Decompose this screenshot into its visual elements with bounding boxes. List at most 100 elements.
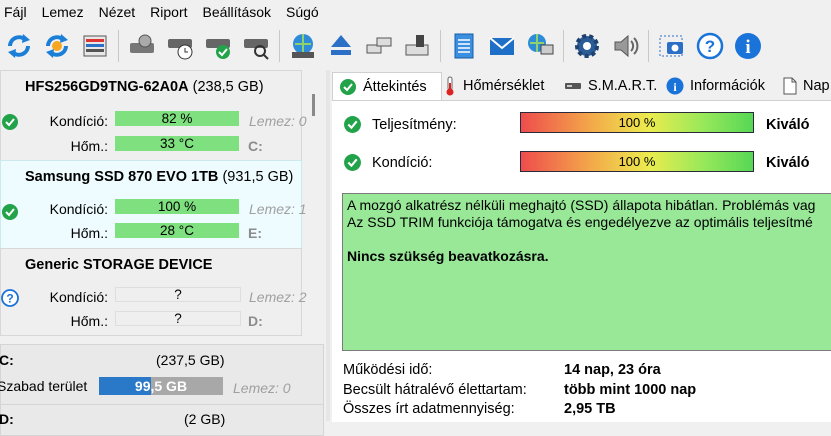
uptime-label: Működési idő: <box>343 362 433 378</box>
drive-list-scrollbar[interactable] <box>308 70 322 335</box>
disk-number: Lemez: 1 <box>249 201 307 217</box>
panel-splitter[interactable] <box>326 70 330 421</box>
written-value: 2,95 TB <box>564 401 616 417</box>
disk-clock-icon[interactable] <box>163 29 197 63</box>
status-message-box: A mozgó alkatrész nélküli meghajtó (SSD)… <box>342 193 831 351</box>
tab-temperature[interactable]: Hőmérséklet <box>443 72 544 100</box>
temp-label: Hőm.: <box>70 313 108 329</box>
speaker-icon[interactable] <box>608 29 642 63</box>
menu-disk[interactable]: Lemez <box>36 0 90 24</box>
message-line-bold: Nincs szükség beavatkozásra. <box>347 248 549 264</box>
tab-information[interactable]: i Információk <box>666 72 765 100</box>
help-icon[interactable]: ? <box>693 29 727 63</box>
message-line: Az SSD TRIM funkciója támogatva és enged… <box>347 214 813 230</box>
check-icon <box>344 116 361 133</box>
drive-title: Generic STORAGE DEVICE <box>25 257 212 273</box>
svg-text:i: i <box>745 37 750 58</box>
disk-tool-icon[interactable] <box>125 29 159 63</box>
scrollbar-thumb[interactable] <box>312 94 315 116</box>
tab-label: Hőmérséklet <box>463 78 545 94</box>
volume-size: (237,5 GB) <box>156 352 225 368</box>
refresh-all-icon[interactable] <box>40 29 74 63</box>
drive-list-panel: HFS256GD9TNG-62A0A (238,5 GB) Kondíció: … <box>0 70 326 436</box>
lifetime-value: több mint 1000 nap <box>564 382 697 398</box>
condition-label: Kondíció: <box>372 155 433 171</box>
svg-text:?: ? <box>705 37 715 56</box>
drive-title: Samsung SSD 870 EVO 1TB (931,5 GB) <box>25 169 293 185</box>
drive-card[interactable]: HFS256GD9TNG-62A0A (238,5 GB) Kondíció: … <box>0 70 307 162</box>
tab-label: Információk <box>690 78 765 94</box>
performance-label: Teljesítmény: <box>372 117 457 133</box>
menu-help[interactable]: Súgó <box>280 0 325 24</box>
network-computer-icon[interactable] <box>523 29 557 63</box>
info-icon[interactable]: i <box>731 29 765 63</box>
volume-size: (2 GB) <box>184 411 226 427</box>
drive-card-selected[interactable]: Samsung SSD 870 EVO 1TB (931,5 GB) Kondí… <box>0 160 307 250</box>
toolbar-divider <box>648 30 649 62</box>
drive-name: HFS256GD9TNG-62A0A <box>25 79 189 95</box>
toolbar-divider <box>440 30 441 62</box>
report-icon[interactable] <box>447 29 481 63</box>
email-icon[interactable] <box>485 29 519 63</box>
temp-label: Hőm.: <box>70 225 108 241</box>
tab-smart[interactable]: S.M.A.R.T. <box>564 72 657 100</box>
document-icon <box>783 77 797 95</box>
eject-disk-icon[interactable] <box>324 29 358 63</box>
menu-file[interactable]: Fájl <box>0 0 33 24</box>
uptime-value: 14 nap, 23 óra <box>564 362 661 378</box>
gear-icon[interactable] <box>570 29 604 63</box>
written-label: Összes írt adatmennyiség: <box>343 401 515 417</box>
menu-report[interactable]: Riport <box>144 0 193 24</box>
volume-card[interactable]: C: (237,5 GB) Szabad terület 99,5 GB Lem… <box>0 344 324 406</box>
drive-size: (931,5 GB) <box>222 169 294 185</box>
temp-bar: 33 °C <box>115 136 239 151</box>
performance-rating: Kiváló <box>766 117 810 133</box>
temp-bar: 28 °C <box>115 223 239 238</box>
performance-percent: 100 % <box>618 115 656 130</box>
free-space-label: Szabad terület <box>0 378 88 394</box>
tab-log[interactable]: Nap <box>783 72 830 100</box>
performance-bar: 100 % <box>520 112 754 133</box>
lifetime-label: Becsült hátralévő élettartam: <box>343 382 527 398</box>
condition-bar: ? <box>115 287 241 302</box>
message-line: A mozgó alkatrész nélküli meghajtó (SSD)… <box>347 197 816 213</box>
screenshot-icon[interactable] <box>655 29 689 63</box>
menu-view[interactable]: Nézet <box>93 0 142 24</box>
condition-rating: Kiváló <box>766 155 810 171</box>
usb-disk-icon[interactable] <box>400 29 434 63</box>
tab-bar: Áttekintés Hőmérséklet S.M.A.R.T. i Info… <box>332 72 831 101</box>
volume-letter: D: <box>0 411 14 427</box>
drive-list-icon[interactable] <box>78 29 112 63</box>
menu-bar: Fájl Lemez Nézet Riport Beállítások Súgó <box>0 0 831 24</box>
condition-percent: 100 % <box>618 154 656 169</box>
disk-number: Lemez: 2 <box>249 289 307 305</box>
drive-name: Generic STORAGE DEVICE <box>25 257 213 273</box>
network-disk-icon[interactable] <box>286 29 320 63</box>
toolbar-divider <box>563 30 564 62</box>
condition-label: Kondíció: <box>49 113 108 129</box>
thermometer-icon <box>443 76 457 96</box>
disk-search-icon[interactable] <box>239 29 273 63</box>
svg-text:?: ? <box>6 292 13 306</box>
check-icon <box>2 114 18 130</box>
tab-overview[interactable]: Áttekintés <box>332 72 442 101</box>
disk-check-icon[interactable] <box>201 29 235 63</box>
tab-label: Nap <box>803 78 830 94</box>
refresh-icon[interactable] <box>2 29 36 63</box>
volume-card[interactable]: D: (2 GB) <box>0 404 324 436</box>
condition-label: Kondíció: <box>49 289 108 305</box>
check-icon <box>344 154 361 171</box>
disk-number: Lemez: 0 <box>233 380 291 396</box>
volume-letter: C: <box>0 352 14 368</box>
temp-bar: ? <box>115 311 241 326</box>
tab-label: Áttekintés <box>363 79 427 95</box>
drive-card[interactable]: Generic STORAGE DEVICE ? Kondíció: ? Lem… <box>0 248 307 336</box>
multi-disk-icon[interactable] <box>362 29 396 63</box>
toolbar: ? i <box>0 25 831 67</box>
drive-letter: D: <box>248 313 263 329</box>
drive-size: (238,5 GB) <box>192 79 264 95</box>
menu-settings[interactable]: Beállítások <box>197 0 277 24</box>
question-icon: ? <box>1 289 19 307</box>
info-icon: i <box>666 77 684 95</box>
check-icon <box>2 204 18 220</box>
